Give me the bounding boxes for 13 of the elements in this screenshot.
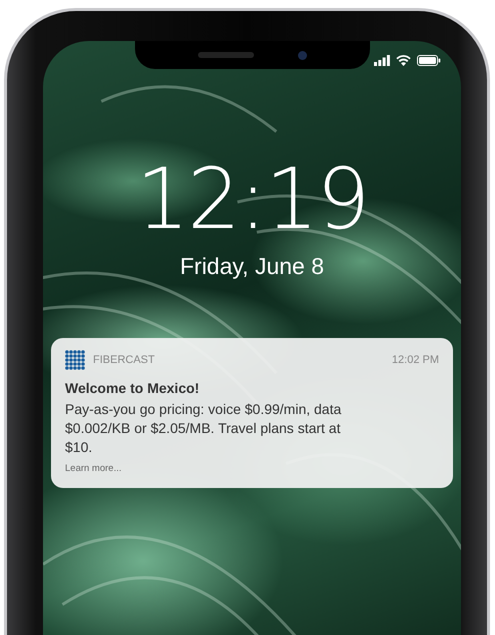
app-name: FIBERCAST xyxy=(93,354,156,366)
notification-title: Welcome to Mexico! xyxy=(65,380,200,396)
camera-icon xyxy=(298,50,306,60)
signal-icon xyxy=(374,55,390,66)
notification-time: 12:02 PM xyxy=(392,354,439,366)
battery-icon xyxy=(417,55,441,66)
app-logo-icon xyxy=(65,350,85,370)
notification-body: Pay-as-you go pricing: voice $0.99/min, data $0.002/KB or $2.05/MB. Travel plans start at $10. xyxy=(65,400,342,457)
lock-screen-date: Friday, June 8 xyxy=(180,253,324,280)
learn-more-link[interactable]: Learn more... xyxy=(65,463,122,474)
wifi-icon xyxy=(396,55,411,66)
lock-screen-time: 12:19 xyxy=(136,157,368,241)
notification-card[interactable]: FIBERCAST 12:02 PM Welcome to Mexico! Pay-as-you go pricing: voice $0.99/min, data $0.002/KB or $2.05/MB. Travel plans start at $10. Learn more... xyxy=(51,338,453,488)
